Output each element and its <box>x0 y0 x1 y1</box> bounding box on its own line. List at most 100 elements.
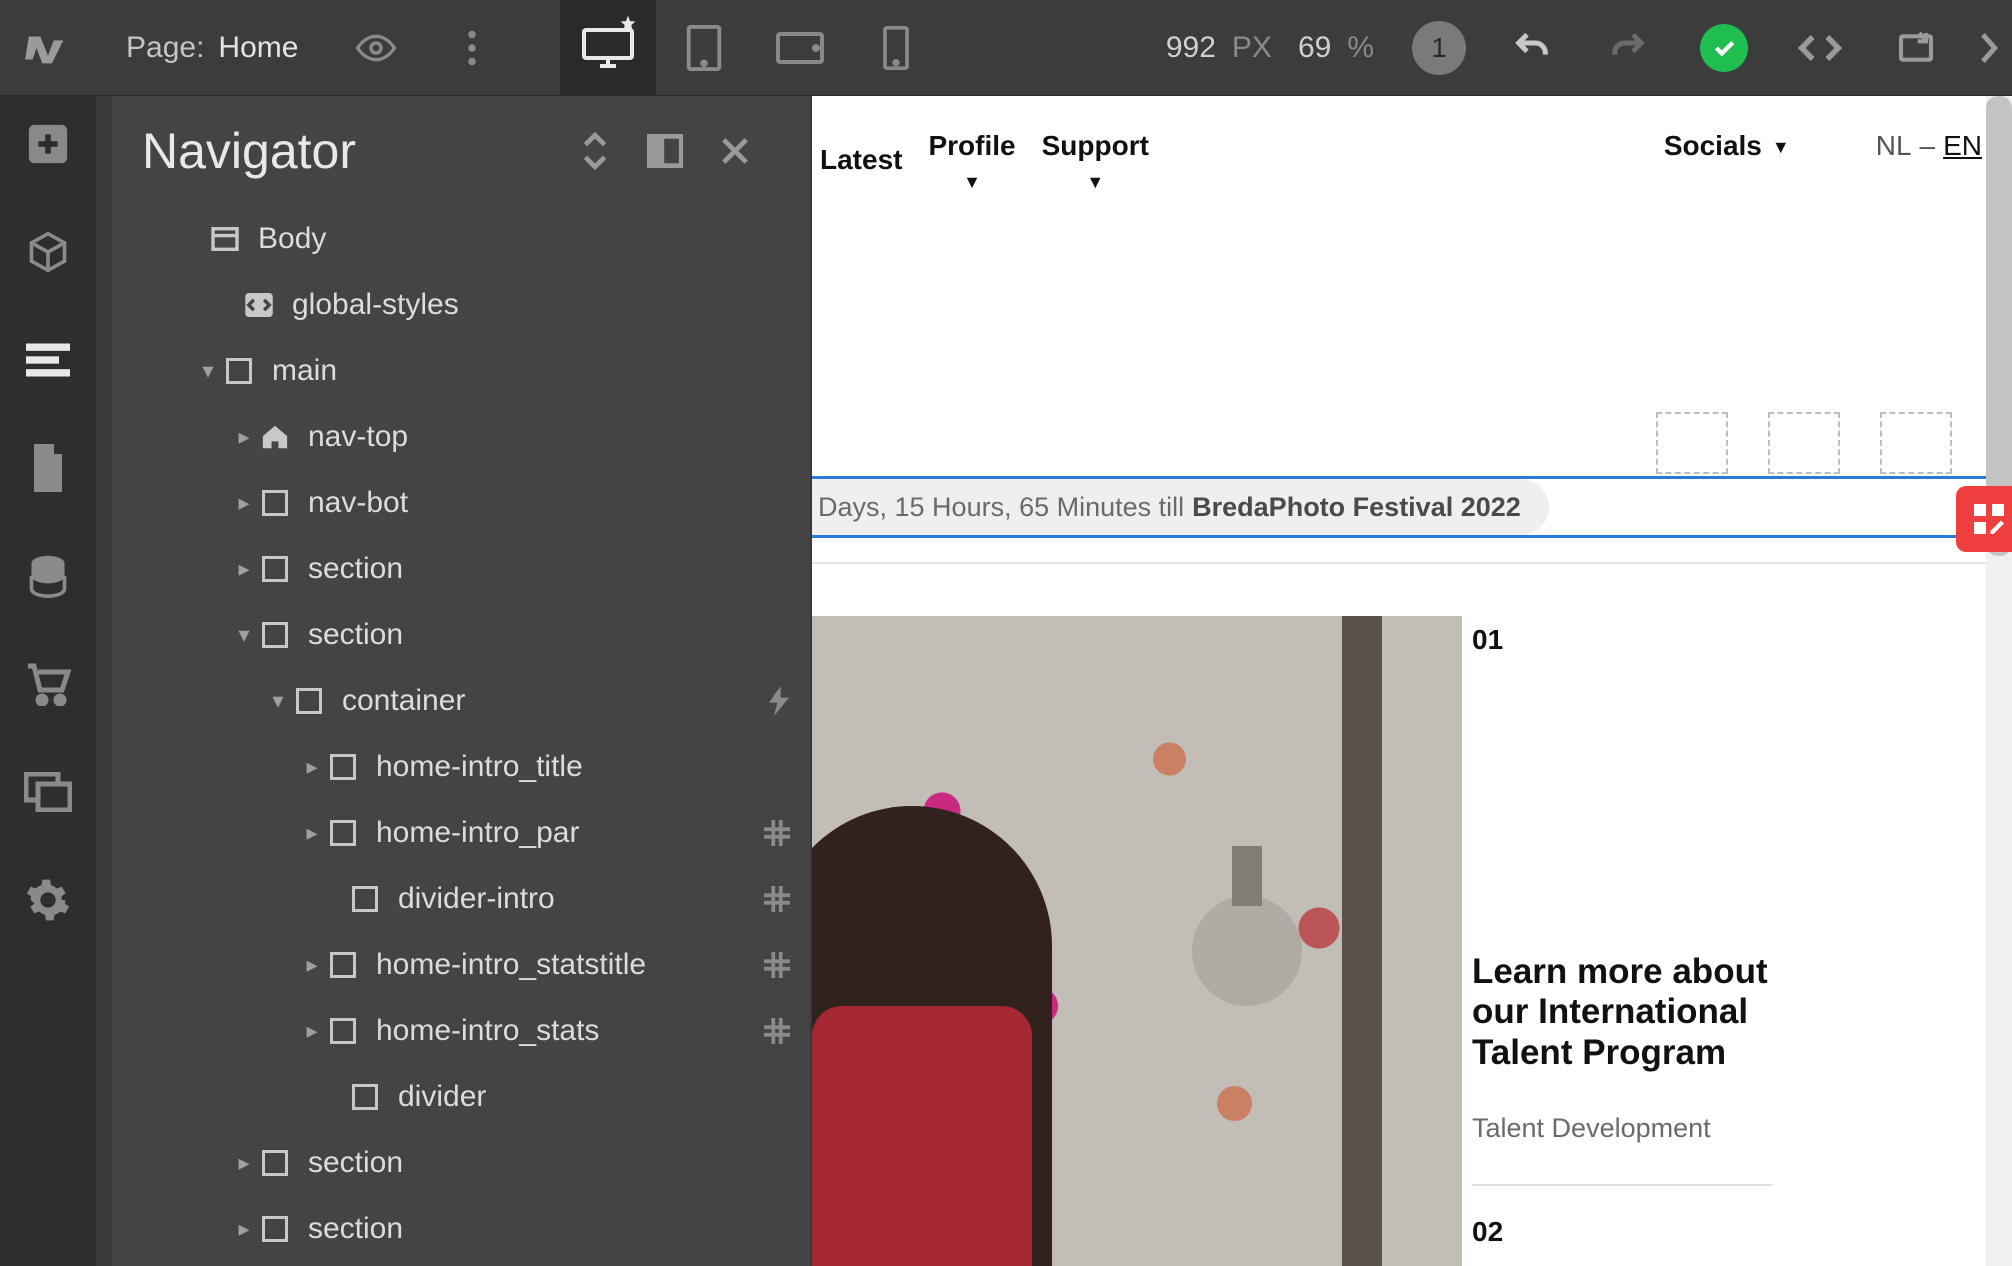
expand-caret[interactable] <box>298 754 326 780</box>
breakpoint-switcher <box>560 0 944 96</box>
settings-button[interactable] <box>20 872 76 928</box>
expand-caret[interactable] <box>298 1018 326 1044</box>
tree-row[interactable]: Body <box>112 206 810 272</box>
tree-row-label: container <box>342 684 465 718</box>
language-switch[interactable]: NL – EN <box>1876 130 1982 162</box>
card-number: 01 <box>1472 624 1802 656</box>
chevron-down-icon: ▼ <box>963 172 981 193</box>
tree-row[interactable]: nav-top <box>112 404 810 470</box>
tree-row[interactable]: section <box>112 1196 810 1262</box>
expand-caret[interactable] <box>230 622 258 648</box>
tree-row[interactable]: home-intro_title <box>112 734 810 800</box>
divider-line <box>812 562 1986 564</box>
tree-row-label: divider-intro <box>398 882 555 916</box>
tree-row[interactable]: container <box>112 668 810 734</box>
breakpoint-mobile[interactable] <box>848 0 944 96</box>
scrollbar-track[interactable] <box>1986 96 2012 1266</box>
empty-slot[interactable] <box>1656 412 1728 474</box>
chevron-down-icon: ▼ <box>1086 172 1104 193</box>
tree-row[interactable]: home-intro_stats <box>112 998 810 1064</box>
toolbar-overflow[interactable] <box>1964 0 2012 96</box>
publish-ok[interactable] <box>1676 0 1772 96</box>
webflow-logo[interactable] <box>0 0 96 96</box>
tree-row[interactable]: divider-intro <box>112 866 810 932</box>
viewport-unit: PX <box>1232 31 1272 65</box>
expand-caret[interactable] <box>230 424 258 450</box>
page-label: Page: <box>126 31 204 65</box>
breakpoint-tablet[interactable] <box>656 0 752 96</box>
tree-row-label: main <box>272 354 337 388</box>
tree-row[interactable]: section <box>112 602 810 668</box>
hero-image[interactable] <box>812 616 1462 1266</box>
redo-button[interactable] <box>1580 0 1676 96</box>
left-rail <box>0 96 96 1266</box>
nav-item-profile[interactable]: Profile ▼ <box>928 130 1015 193</box>
expand-caret[interactable] <box>230 556 258 582</box>
card-subtitle: Talent Development <box>1472 1113 1802 1144</box>
empty-slot[interactable] <box>1768 412 1840 474</box>
tree-row[interactable]: section <box>112 536 810 602</box>
tree-row[interactable]: main <box>112 338 810 404</box>
tree-row[interactable]: section <box>112 1130 810 1196</box>
design-canvas[interactable]: Latest Profile ▼ Support ▼ Socials ▼ NL … <box>812 96 2012 1266</box>
add-element-button[interactable] <box>20 116 76 172</box>
card-title[interactable]: Learn more about our International Talen… <box>1472 952 1802 1073</box>
box-icon <box>258 486 292 520</box>
close-panel-button[interactable] <box>700 116 770 186</box>
expand-caret[interactable] <box>298 820 326 846</box>
box-icon <box>326 1014 360 1048</box>
grid-icon <box>764 952 790 978</box>
countdown-bar[interactable]: Days, 15 Hours, 65 Minutes till BredaPho… <box>812 476 1986 538</box>
photo-placeholder <box>812 616 1462 1266</box>
panel-dock-button[interactable] <box>630 116 700 186</box>
expand-caret[interactable] <box>298 952 326 978</box>
issues-badge[interactable]: 1 <box>1412 21 1466 75</box>
ecommerce-button[interactable] <box>20 656 76 712</box>
symbols-button[interactable] <box>20 224 76 280</box>
navigator-panel: Navigator Bodyglobal-styles main nav-top na… <box>112 96 810 1266</box>
collapse-all-button[interactable] <box>560 116 630 186</box>
box-icon <box>326 948 360 982</box>
expand-caret[interactable] <box>230 1150 258 1176</box>
tree-row[interactable]: global-styles <box>112 272 810 338</box>
expand-caret[interactable] <box>194 358 222 384</box>
breakpoint-desktop[interactable] <box>560 0 656 96</box>
cms-button[interactable] <box>20 548 76 604</box>
assets-button[interactable] <box>20 764 76 820</box>
navigator-button[interactable] <box>20 332 76 388</box>
nav-item-support[interactable]: Support ▼ <box>1042 130 1149 193</box>
pages-button[interactable] <box>20 440 76 496</box>
tree-row-label: nav-top <box>308 420 408 454</box>
empty-slot[interactable] <box>1880 412 1952 474</box>
card-number: 02 <box>1472 1216 1802 1248</box>
grid-icon <box>764 1018 790 1044</box>
nav-item-socials[interactable]: Socials ▼ <box>1664 130 1790 162</box>
expand-caret[interactable] <box>230 1216 258 1242</box>
intro-card: 01 Learn more about our International Ta… <box>1472 616 1802 1248</box>
box-icon <box>326 750 360 784</box>
edit-component-badge[interactable] <box>1956 486 2012 552</box>
tree-row[interactable]: home-intro_statstitle <box>112 932 810 998</box>
page-selector[interactable]: Page: Home <box>96 31 328 65</box>
navigator-title: Navigator <box>142 122 560 180</box>
bolt-icon <box>768 686 790 716</box>
code-export[interactable] <box>1772 0 1868 96</box>
tree-row-label: nav-bot <box>308 486 408 520</box>
tree-row[interactable]: nav-bot <box>112 470 810 536</box>
undo-button[interactable] <box>1484 0 1580 96</box>
expand-caret[interactable] <box>264 688 292 714</box>
breakpoint-landscape[interactable] <box>752 0 848 96</box>
preview-toggle[interactable] <box>328 0 424 96</box>
zoom-unit: % <box>1347 31 1374 65</box>
tree-row[interactable]: divider <box>112 1064 810 1130</box>
tree-row[interactable]: home-intro_par <box>112 800 810 866</box>
share-button[interactable] <box>1868 0 1964 96</box>
window-icon <box>208 222 242 256</box>
more-menu[interactable] <box>424 0 520 96</box>
box-icon <box>348 1080 382 1114</box>
tree-row-label: divider <box>398 1080 486 1114</box>
tree-row-label: home-intro_statstitle <box>376 948 646 982</box>
nav-item-latest[interactable]: Latest <box>820 144 902 176</box>
tree-row-label: section <box>308 552 403 586</box>
expand-caret[interactable] <box>230 490 258 516</box>
